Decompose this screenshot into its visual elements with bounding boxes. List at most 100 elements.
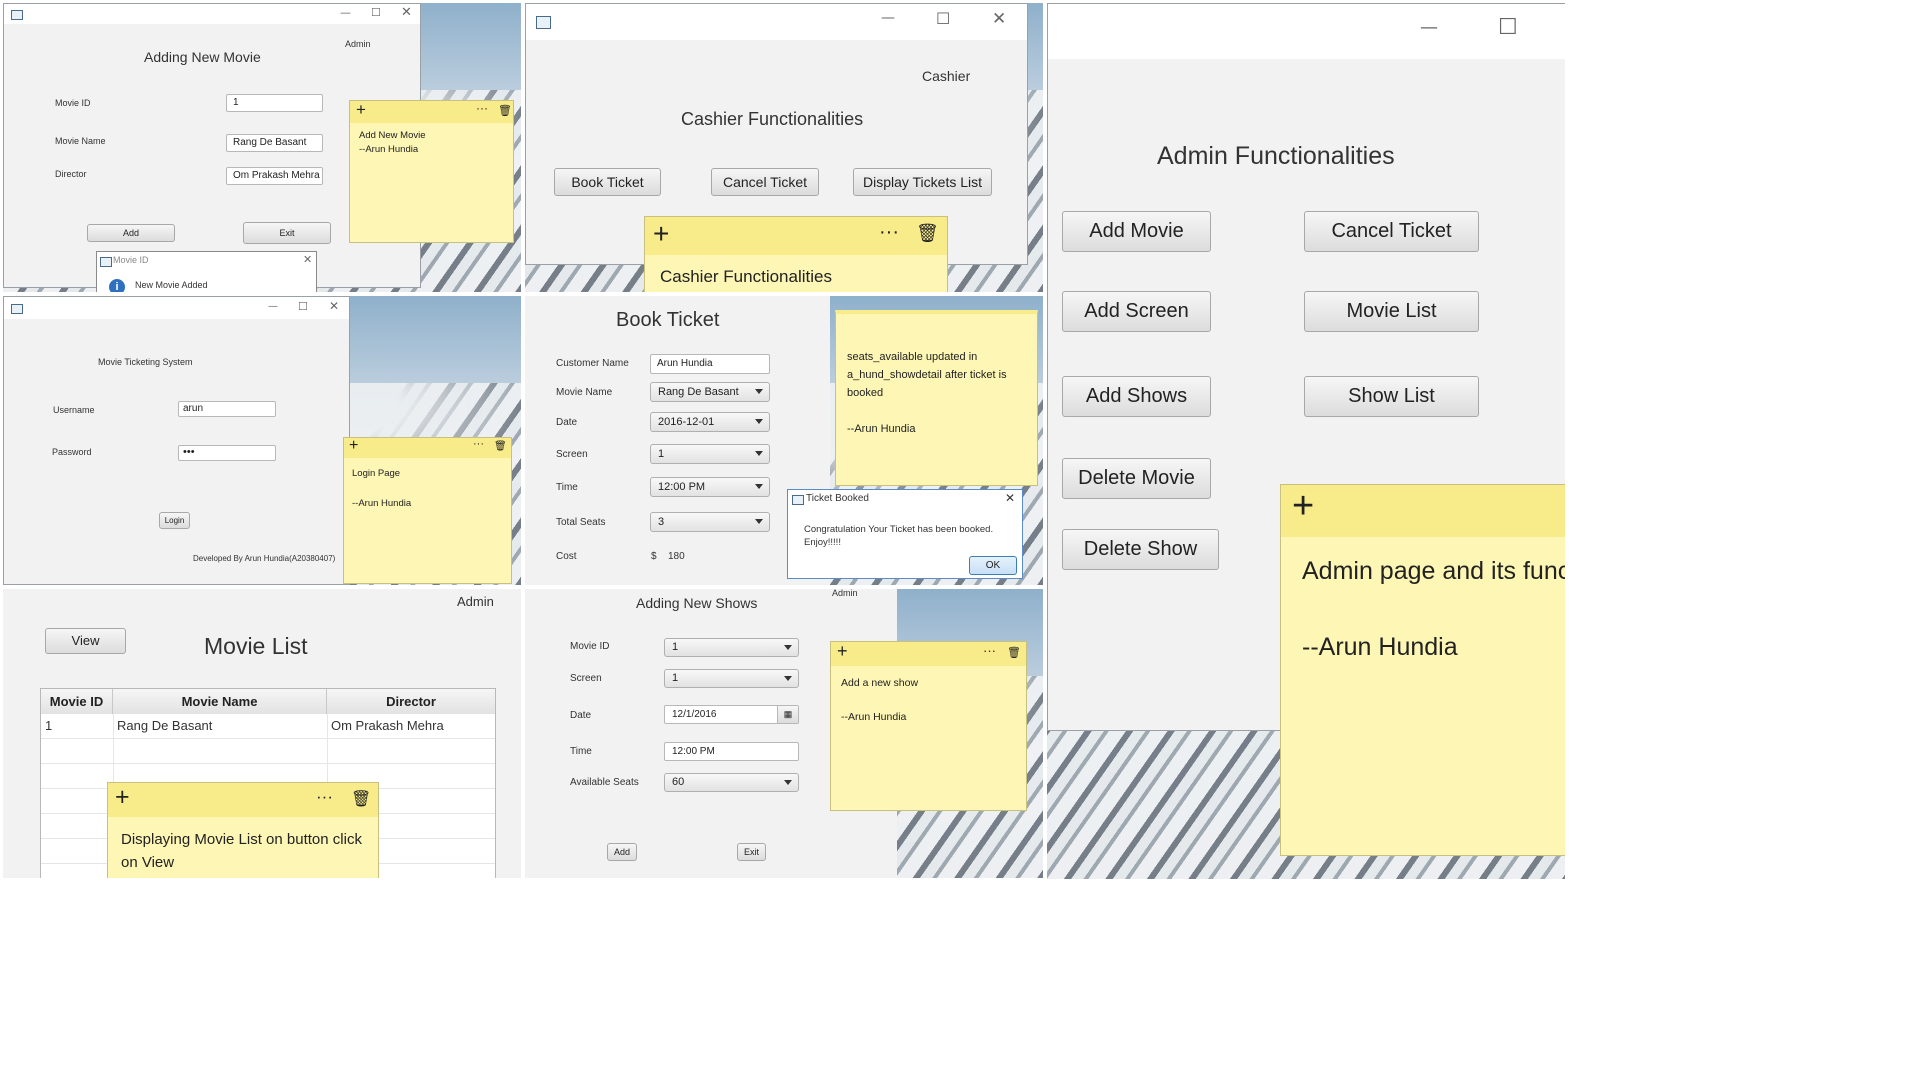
trash-icon[interactable]: 🗑: [498, 104, 512, 117]
minimize-icon[interactable]: —: [1420, 17, 1438, 38]
close-icon[interactable]: ✕: [992, 9, 1006, 29]
movie-name-label: Movie Name: [556, 387, 613, 398]
movie-id-value: 1: [672, 641, 679, 653]
show-list-button[interactable]: Show List: [1304, 376, 1479, 417]
cost-label: Cost: [556, 551, 577, 562]
cancel-ticket-button[interactable]: Cancel Ticket: [711, 168, 819, 196]
more-icon[interactable]: ···: [476, 101, 488, 115]
movie-name-label: Movie Name: [55, 136, 106, 146]
time-field[interactable]: 12:00 PM: [664, 742, 799, 761]
add-shows-button[interactable]: Add Shows: [1062, 376, 1211, 417]
customer-name-field[interactable]: Arun Hundia: [650, 354, 770, 374]
page-title: Movie Ticketing System: [98, 357, 193, 367]
date-value: 2016-12-01: [658, 416, 715, 428]
dialog-close-icon[interactable]: ✕: [303, 253, 312, 266]
dialog-app-icon: [792, 495, 804, 505]
more-icon[interactable]: ···: [316, 787, 333, 807]
maximize-icon[interactable]: ☐: [371, 6, 381, 19]
add-button[interactable]: Add: [607, 843, 637, 861]
display-tickets-button[interactable]: Display Tickets List: [853, 168, 992, 196]
close-icon[interactable]: ✕: [401, 5, 412, 20]
total-seats-combo[interactable]: 3: [650, 512, 770, 532]
chevron-down-icon: [784, 676, 792, 681]
calendar-icon[interactable]: ▦: [777, 706, 798, 723]
title-bar: — ☐ ✕: [4, 297, 349, 319]
movie-id-field[interactable]: 1: [226, 94, 323, 112]
cost-value: 180: [668, 551, 685, 562]
add-screen-button[interactable]: Add Screen: [1062, 291, 1211, 332]
plus-icon[interactable]: +: [653, 218, 669, 250]
add-button[interactable]: Add: [87, 224, 175, 242]
movie-id-combo[interactable]: 1: [664, 638, 799, 657]
time-combo[interactable]: 12:00 PM: [650, 477, 770, 497]
cell-movie-name: Rang De Basant: [117, 718, 213, 733]
sticky-note[interactable]: + ··· 🗑 Displaying Movie List on button …: [107, 782, 379, 878]
plus-icon[interactable]: +: [349, 438, 358, 455]
available-seats-combo[interactable]: 60: [664, 773, 799, 792]
note-text: Add a new show --Arun Hundia: [841, 677, 919, 723]
sticky-note[interactable]: + ··· 🗑 Add New Movie --Arun Hundia: [349, 100, 514, 243]
delete-movie-button[interactable]: Delete Movie: [1062, 458, 1211, 499]
director-field[interactable]: Om Prakash Mehra: [226, 167, 323, 185]
trash-icon[interactable]: 🗑: [1007, 646, 1021, 659]
plus-icon[interactable]: +: [1292, 485, 1314, 528]
plus-icon[interactable]: +: [837, 642, 848, 662]
column-header-director[interactable]: Director: [327, 689, 495, 714]
username-field[interactable]: arun: [178, 401, 276, 417]
column-header-movie-id[interactable]: Movie ID: [41, 689, 113, 714]
login-button[interactable]: Login: [159, 512, 190, 529]
sticky-note[interactable]: + ··· 🗑 Login Page --Arun Hundia: [343, 437, 512, 584]
sticky-note[interactable]: + ··· 🗑 Cashier Functionalities: [644, 216, 948, 292]
trash-icon[interactable]: 🗑: [494, 441, 507, 452]
plus-icon[interactable]: +: [115, 783, 130, 812]
movie-name-combo[interactable]: Rang De Basant: [650, 382, 770, 402]
chevron-down-icon: [755, 451, 763, 456]
sticky-note[interactable]: + ··· 🗑 Add a new show --Arun Hundia: [830, 641, 1027, 811]
note-text: Cashier Functionalities: [660, 267, 832, 286]
trash-icon[interactable]: 🗑: [351, 789, 371, 809]
screen-combo[interactable]: 1: [664, 669, 799, 688]
column-header-movie-name[interactable]: Movie Name: [113, 689, 327, 714]
note-text: Login Page --Arun Hundia: [352, 468, 412, 509]
date-value: 12/1/2016: [672, 709, 717, 720]
sticky-note[interactable]: + Admin page and its funct --Arun Hundia: [1280, 484, 1565, 856]
trash-icon[interactable]: 🗑: [916, 223, 939, 244]
cancel-ticket-button[interactable]: Cancel Ticket: [1304, 211, 1479, 252]
app-icon: [536, 16, 551, 29]
maximize-icon[interactable]: ☐: [1498, 15, 1518, 40]
more-icon[interactable]: ···: [983, 643, 996, 658]
note-text: Add New Movie --Arun Hundia: [359, 130, 426, 155]
screen-combo[interactable]: 1: [650, 444, 770, 464]
total-seats-value: 3: [658, 516, 665, 528]
minimize-icon[interactable]: —: [268, 301, 278, 312]
add-movie-button[interactable]: Add Movie: [1062, 211, 1211, 252]
view-button[interactable]: View: [45, 628, 126, 654]
password-field[interactable]: •••: [178, 445, 276, 461]
book-ticket-button[interactable]: Book Ticket: [554, 168, 661, 196]
exit-button[interactable]: Exit: [243, 222, 331, 244]
page-title: Adding New Movie: [144, 49, 261, 65]
sticky-note[interactable]: seats_available updated in a_hund_showde…: [835, 310, 1038, 486]
maximize-icon[interactable]: ☐: [298, 300, 308, 313]
note-toolbar: + ··· 🗑: [831, 642, 1026, 666]
exit-button[interactable]: Exit: [737, 843, 766, 861]
date-picker[interactable]: 12/1/2016 ▦: [664, 705, 799, 724]
plus-icon[interactable]: +: [356, 101, 366, 120]
more-icon[interactable]: ···: [473, 438, 484, 450]
movie-list-panel: Admin View Movie List Movie ID Movie Nam…: [3, 589, 521, 878]
available-seats-label: Available Seats: [570, 777, 639, 788]
table-row[interactable]: 1 Rang De Basant Om Prakash Mehra: [41, 714, 495, 738]
close-icon[interactable]: ✕: [329, 299, 339, 313]
movie-name-field[interactable]: Rang De Basant: [226, 134, 323, 152]
minimize-icon[interactable]: —: [340, 6, 351, 19]
date-combo[interactable]: 2016-12-01: [650, 412, 770, 432]
minimize-icon[interactable]: —: [881, 10, 895, 26]
maximize-icon[interactable]: ☐: [936, 9, 950, 28]
dialog-close-icon[interactable]: ✕: [1005, 491, 1015, 505]
ok-button[interactable]: OK: [969, 556, 1017, 575]
username-label: Username: [53, 405, 95, 415]
delete-show-button[interactable]: Delete Show: [1062, 529, 1219, 570]
more-icon[interactable]: ···: [879, 221, 899, 244]
app-icon: [11, 304, 23, 314]
movie-list-button[interactable]: Movie List: [1304, 291, 1479, 332]
